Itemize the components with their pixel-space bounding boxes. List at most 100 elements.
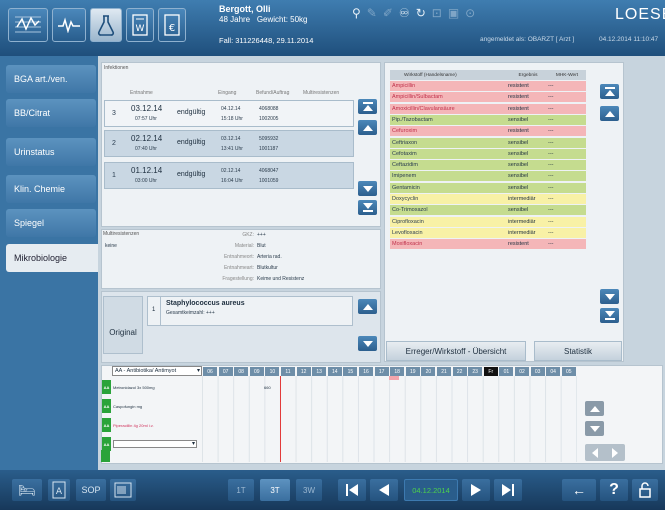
scroll-down-button[interactable] [358,181,377,196]
wirkstoff-name: Gentamicin [392,184,420,191]
sidebar-item-bga[interactable]: BGA art./ven. [6,65,96,93]
wirkstoff-row[interactable]: Amoxicillin/Clavulansäure resistent --- [390,103,586,114]
med-row[interactable]: AA Caspofungin mg [101,399,201,413]
detail-value: Keime und Resistenz [257,276,305,282]
wirkstoff-row[interactable]: Co-Trimoxazol sensibel --- [390,205,586,216]
med-row[interactable]: AA ▾ [101,437,201,451]
wirkstoff-row[interactable]: Ceftazidim sensibel --- [390,160,586,171]
infektion-row[interactable]: 2 02.12.14 07:40 Uhr endgültig 03.12.14 … [104,130,354,157]
timeline-horizontal-scroll[interactable] [585,444,625,461]
scroll-up-button[interactable] [358,120,377,135]
word-document-icon[interactable]: W [126,8,154,42]
original-button[interactable]: Original [103,296,143,354]
wirkstoff-scroll-bottom[interactable] [600,308,619,323]
wirkstoff-row[interactable]: Ampicillin resistent --- [390,81,586,91]
previous-icon[interactable] [370,479,398,501]
euro-billing-icon[interactable]: € [158,8,186,42]
wirkstoff-row[interactable]: Levofloxacin intermediär --- [390,227,586,238]
wirkstoff-row[interactable]: Pip./Tazobactam sensibel --- [390,114,586,125]
back-arrow-icon[interactable]: ← [562,479,596,501]
bed-icon[interactable]: 🛏 [12,479,42,501]
first-page-icon[interactable] [338,479,366,501]
wirkstoff-row[interactable]: Ampicillin/Sulbactam resistent --- [390,92,586,103]
infektion-row[interactable]: 3 03.12.14 07:57 Uhr endgültig 04.12.14 … [104,100,354,127]
binoculars-icon[interactable]: ♾ [399,6,416,20]
monitor-icon[interactable] [110,479,136,501]
help-icon[interactable]: ? [600,479,628,501]
med-dose-mark: 660 [264,385,271,390]
hour-label: 12 [296,367,311,376]
info-icon[interactable]: ⊙ [465,6,481,20]
med-row[interactable]: AA Metronidazol 3x 500mg [101,380,201,394]
range-3t-button[interactable]: 3T [260,479,290,501]
sidebar-item-bb-citrat[interactable]: BB/Citrat [6,99,96,127]
row-number: 3 [112,110,116,117]
wirkstoff-scroll-up[interactable] [600,106,619,121]
document-a-icon[interactable]: A [48,479,70,501]
organism-scroll-up[interactable] [358,299,377,314]
pen-icon[interactable]: ✎ [367,6,383,20]
refresh-icon[interactable]: ↻ [416,6,432,20]
hour-label: 18 [390,367,405,376]
detail-value: Arteria rad. [257,254,282,260]
lock-icon[interactable]: ⊡ [432,6,448,20]
scroll-right-icon[interactable] [612,447,618,458]
lab-flask-icon[interactable] [90,8,122,42]
scroll-bottom-button[interactable] [358,200,377,215]
wirkstoff-scroll-down[interactable] [600,289,619,304]
scroll-left-icon[interactable] [592,447,598,458]
timeline-scroll-up[interactable] [585,401,604,416]
multiresistenzen-title: Multiresistenzen [103,231,140,237]
lock-icon[interactable] [632,479,658,501]
chevron-down-icon: ▾ [191,441,195,447]
range-3w-button[interactable]: 3W [296,479,322,501]
infektion-row[interactable]: 1 01.12.14 03:00 Uhr endgültig 02.12.14 … [104,162,354,189]
erreger-wirkstoff-button[interactable]: Erreger/Wirkstoff - Übersicht [386,341,526,361]
organism-scroll-down[interactable] [358,336,377,351]
copy-icon[interactable]: ▣ [448,6,465,20]
wirkstoff-row[interactable]: Cefuroxim resistent --- [390,126,586,137]
wirkstoff-row[interactable]: Gentamicin sensibel --- [390,182,586,193]
app-logo: LOESER [615,6,665,23]
auftrag-number: 1002005 [259,116,279,122]
scroll-top-button[interactable] [358,99,377,114]
med-select[interactable]: ▾ [113,440,197,448]
range-1t-button[interactable]: 1T [228,479,254,501]
entnahme-time: 07:40 Uhr [135,146,157,152]
wirkstoff-row[interactable]: Imipenem sensibel --- [390,171,586,182]
category-select[interactable]: AA - Antibiotika/ Antimyot ▾ [112,366,202,376]
hour-label: 06 [203,367,217,376]
ergebnis-value: resistent [508,83,529,89]
sidebar-item-klin-chemie[interactable]: Klin. Chemie [6,175,96,203]
med-row[interactable]: AA Piperacillin 4g 20ml i.v. [101,418,201,432]
overview-icon[interactable] [8,8,48,42]
aa-tag: AA [102,380,111,394]
wirkstoff-row[interactable]: Doxycyclin intermediär --- [390,194,586,204]
current-date[interactable]: 04.12.2014 [404,479,458,501]
timeline-scroll-down[interactable] [585,421,604,436]
wirkstoff-row[interactable]: Moxifloxacin resistent --- [390,239,586,250]
sop-button[interactable]: SOP [76,479,106,501]
last-page-icon[interactable] [494,479,522,501]
sidebar-item-mikrobiologie[interactable]: Mikrobiologie [6,244,100,272]
hour-label: 02 [515,367,529,376]
svg-text:€: € [169,23,175,34]
wirkstoff-scroll-top[interactable] [600,84,619,99]
logged-in-user: angemeldet als: OBARZT [ Arzt ] [480,36,575,43]
range-label: 1T [236,485,246,495]
hour-label: 01 [499,367,514,376]
sidebar-item-spiegel[interactable]: Spiegel [6,209,96,237]
next-icon[interactable] [462,479,490,501]
mhk-value: --- [548,218,554,225]
statistik-button[interactable]: Statistik [534,341,622,361]
vitals-icon[interactable] [52,8,86,42]
wirkstoff-row[interactable]: Ciprofloxacin intermediär --- [390,216,586,227]
organism-item[interactable]: 1 Staphylococcus aureus Gesamtkeimzahl: … [147,296,353,326]
sidebar-item-urinstatus[interactable]: Urinstatus [6,138,96,166]
top-bar: W € Bergott, Olli 48 Jahre Gewicht: 50kg… [0,0,665,56]
edit-icon[interactable]: ✐ [383,6,399,20]
original-label: Original [109,327,137,337]
link-icon[interactable]: ⚲ [352,6,367,20]
wirkstoff-row[interactable]: Cefotaxim sensibel --- [390,148,586,159]
wirkstoff-row[interactable]: Ceftriaxon sensibel --- [390,137,586,148]
